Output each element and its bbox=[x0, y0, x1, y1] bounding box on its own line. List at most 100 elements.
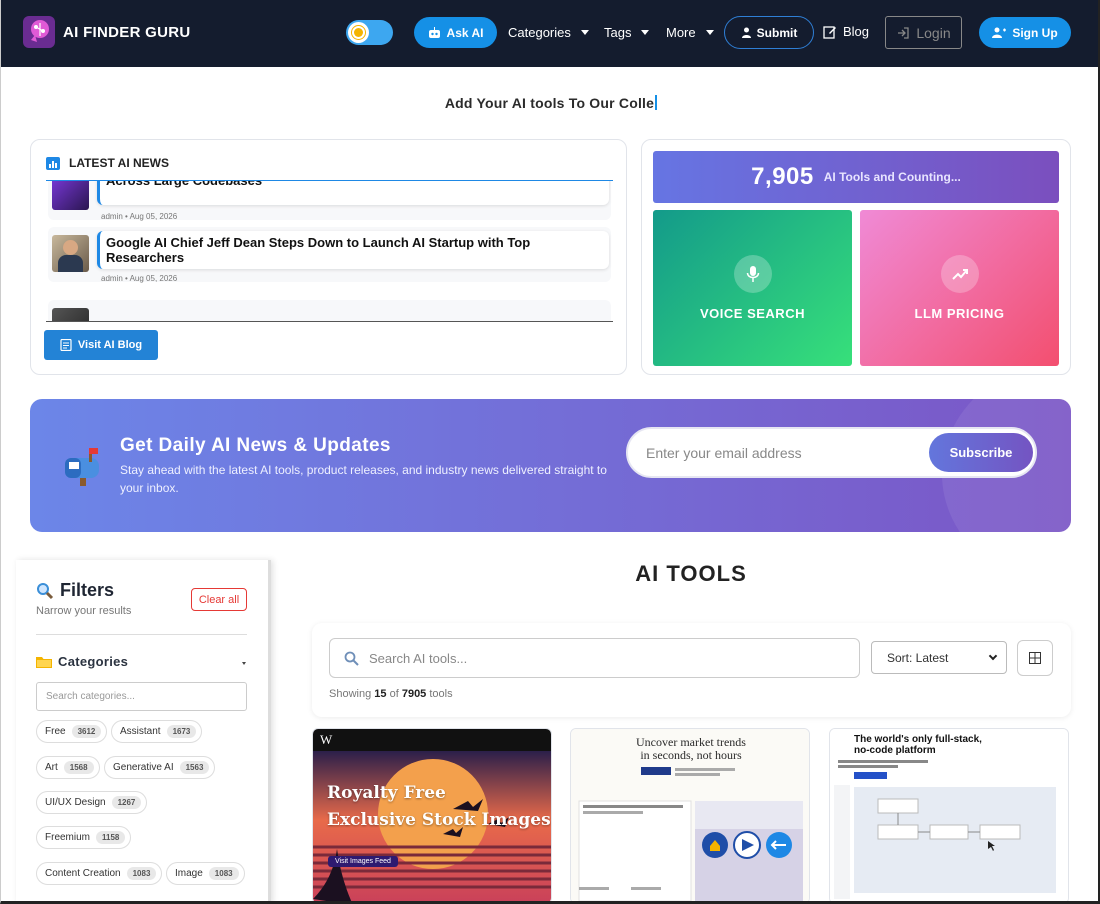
microphone-icon bbox=[733, 255, 772, 293]
filters-sidebar: Filters Narrow your results Clear all Ca… bbox=[16, 560, 271, 901]
newsletter-banner: Get Daily AI News & Updates Stay ahead w… bbox=[30, 399, 1071, 532]
category-chip[interactable]: UI/UX Design 1267 bbox=[36, 791, 148, 814]
nav-categories-menu[interactable]: Categories bbox=[508, 25, 589, 40]
voice-search-label: VOICE SEARCH bbox=[700, 306, 805, 321]
news-item[interactable]: Google AI Chief Jeff Dean Steps Down to … bbox=[48, 227, 611, 283]
filters-heading: Filters bbox=[36, 580, 114, 601]
brand-name[interactable]: AI FINDER GURU bbox=[63, 24, 191, 41]
tool-card[interactable]: Uncover market trends in seconds, not ho… bbox=[570, 728, 810, 901]
submit-button[interactable]: Submit bbox=[724, 16, 814, 49]
news-thumbnail bbox=[52, 308, 89, 321]
theme-toggle[interactable] bbox=[346, 20, 393, 45]
results-shown: 15 bbox=[374, 688, 387, 700]
edit-icon bbox=[823, 25, 836, 39]
nav-more-menu[interactable]: More bbox=[666, 25, 714, 40]
card-headline: Uncover market trends in seconds, not ho… bbox=[571, 736, 809, 762]
chip-label: Art bbox=[45, 762, 58, 773]
tool-card[interactable]: W Royalty Free Exclusive Stock Images Vi… bbox=[312, 728, 552, 901]
chip-label: Content Creation bbox=[45, 868, 121, 879]
category-search-input[interactable]: Search categories... bbox=[36, 682, 247, 711]
card-badge: W bbox=[320, 732, 333, 747]
llm-pricing-label: LLM PRICING bbox=[914, 306, 1005, 321]
folder-icon bbox=[36, 657, 52, 668]
chevron-down-icon[interactable] bbox=[242, 662, 246, 665]
blog-link[interactable]: Blog bbox=[823, 24, 869, 39]
filters-subtitle: Narrow your results bbox=[36, 605, 132, 617]
chip-count: 1158 bbox=[96, 831, 126, 844]
clear-all-button[interactable]: Clear all bbox=[191, 588, 247, 611]
sort-value: Sort: Latest bbox=[887, 650, 949, 665]
latest-news-card: LATEST AI NEWS Across Large Codebases ad… bbox=[30, 139, 627, 375]
category-chip[interactable]: Freemium 1158 bbox=[36, 826, 132, 849]
chip-count: 3612 bbox=[71, 725, 102, 738]
page: AI FINDER GURU Ask AI Categories Tags Mo… bbox=[0, 0, 1100, 904]
categories-heading[interactable]: Categories bbox=[36, 654, 128, 669]
news-item-title[interactable]: Google AI Chief Jeff Dean Steps Down to … bbox=[97, 231, 609, 269]
llm-pricing-tile[interactable]: LLM PRICING bbox=[860, 210, 1059, 366]
news-item-meta: admin • Aug 05, 2026 bbox=[101, 212, 178, 221]
nav-tags-label: Tags bbox=[604, 25, 632, 40]
blog-label: Blog bbox=[843, 24, 870, 39]
typing-headline: Add Your AI tools To Our Colle bbox=[1, 95, 1098, 111]
visit-blog-button[interactable]: Visit AI Blog bbox=[44, 330, 158, 360]
results-suffix: tools bbox=[429, 688, 453, 700]
card-cta[interactable]: Visit Images Feed bbox=[328, 856, 398, 867]
card-headline-line: no-code platform bbox=[854, 745, 936, 756]
tools-count: 7,905 bbox=[751, 163, 814, 190]
news-item[interactable]: Across Large Codebases admin • Aug 05, 2… bbox=[48, 181, 611, 221]
category-chip[interactable]: Art 1568 bbox=[36, 756, 100, 779]
news-header: LATEST AI NEWS bbox=[46, 156, 169, 170]
magnifier-icon bbox=[37, 582, 54, 599]
news-item-title[interactable]: Across Large Codebases bbox=[97, 181, 609, 205]
brain-logo-icon[interactable] bbox=[23, 16, 55, 48]
news-item[interactable] bbox=[48, 300, 611, 321]
results-prefix: Showing bbox=[329, 688, 372, 700]
nav-tags-menu[interactable]: Tags bbox=[604, 25, 650, 40]
news-ticker[interactable]: Across Large Codebases admin • Aug 05, 2… bbox=[46, 181, 613, 321]
voice-search-tile[interactable]: VOICE SEARCH bbox=[653, 210, 852, 366]
tools-section-title: AI TOOLS bbox=[635, 561, 747, 586]
categories-title: Categories bbox=[58, 654, 129, 669]
card-headline-line: in seconds, not hours bbox=[640, 748, 742, 762]
chevron-down-icon bbox=[705, 30, 714, 35]
category-chip[interactable]: Content Creation 1083 bbox=[36, 862, 163, 885]
tools-count-label: AI Tools and Counting... bbox=[823, 170, 961, 184]
typing-cursor bbox=[655, 95, 658, 110]
login-button[interactable]: Login bbox=[885, 16, 962, 49]
results-of: of bbox=[389, 688, 399, 700]
email-field[interactable]: Enter your email address bbox=[646, 445, 802, 461]
newsletter-form: Enter your email address Subscribe bbox=[626, 427, 1037, 478]
category-chip[interactable]: Image 1083 bbox=[166, 862, 245, 885]
category-chip[interactable]: Generative AI 1563 bbox=[104, 756, 216, 779]
news-item-meta: admin • Aug 05, 2026 bbox=[101, 274, 178, 283]
grid-view-button[interactable] bbox=[1017, 640, 1053, 676]
tools-search-input[interactable]: Search AI tools... bbox=[329, 638, 860, 678]
ask-ai-label: Ask AI bbox=[446, 25, 484, 40]
ask-ai-button[interactable]: Ask AI bbox=[414, 17, 497, 48]
user-plus-icon bbox=[992, 27, 1007, 38]
visit-blog-label: Visit AI Blog bbox=[77, 339, 143, 351]
newsletter-title: Get Daily AI News & Updates bbox=[120, 435, 391, 456]
signup-button[interactable]: Sign Up bbox=[979, 17, 1071, 48]
category-chip[interactable]: Free 3612 bbox=[36, 720, 108, 743]
results-count: Showing 15 of 7905 tools bbox=[329, 688, 453, 700]
sort-select[interactable]: Sort: Latest bbox=[871, 641, 1007, 674]
tool-card[interactable]: The world's only full-stack, no-code pla… bbox=[829, 728, 1069, 901]
news-title: LATEST AI NEWS bbox=[69, 156, 169, 170]
robot-icon bbox=[428, 26, 440, 38]
subscribe-button[interactable]: Subscribe bbox=[929, 433, 1033, 472]
chip-count: 1673 bbox=[166, 725, 197, 738]
chevron-down-icon bbox=[580, 30, 589, 35]
bar-chart-icon bbox=[46, 156, 60, 170]
chevron-down-icon bbox=[641, 30, 650, 35]
signup-label: Sign Up bbox=[1012, 25, 1058, 40]
chip-count: 1083 bbox=[126, 867, 157, 880]
chip-label: UI/UX Design bbox=[45, 797, 106, 808]
tools-toolbar: Search AI tools... Sort: Latest Showing … bbox=[312, 623, 1071, 717]
category-chip[interactable]: Assistant 1673 bbox=[111, 720, 203, 743]
chevron-down-icon bbox=[988, 651, 998, 660]
user-gear-icon bbox=[741, 27, 751, 38]
chip-label: Free bbox=[45, 726, 66, 737]
news-thumbnail bbox=[52, 235, 89, 272]
stats-card: 7,905 AI Tools and Counting... VOICE SEA… bbox=[641, 139, 1071, 375]
